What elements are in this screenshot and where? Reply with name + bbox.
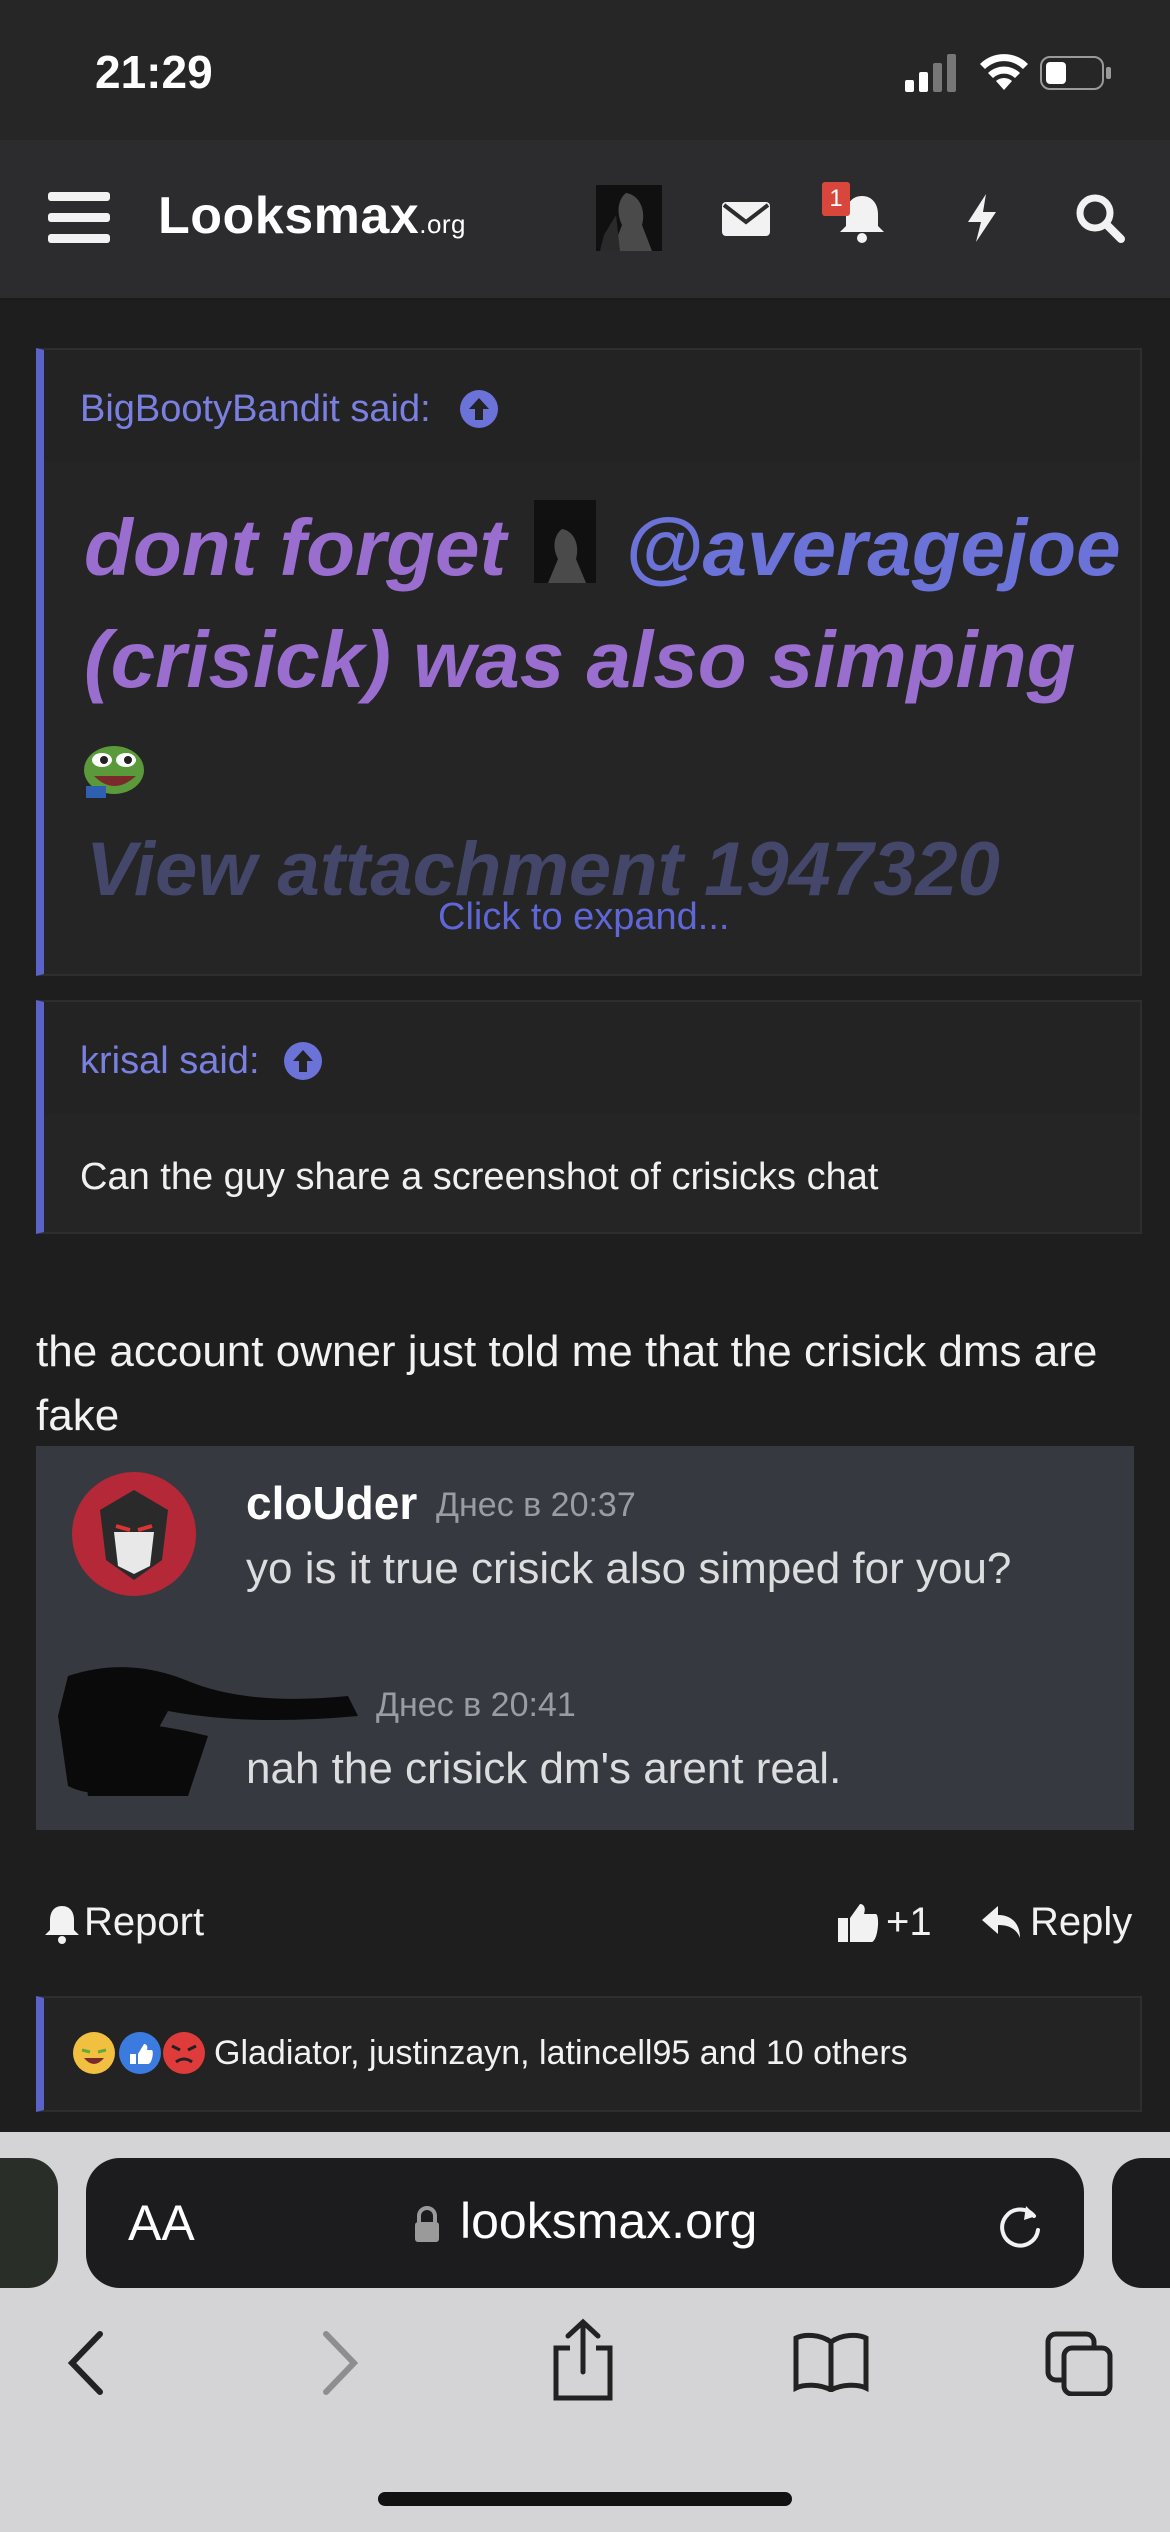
pepe-emoji-icon bbox=[84, 746, 144, 798]
report-button[interactable]: Report bbox=[84, 1900, 204, 1945]
status-time: 21:29 bbox=[95, 46, 213, 98]
quote-text: dont forget @averagejoe bbox=[84, 492, 1124, 604]
thumbs-up-icon[interactable] bbox=[836, 1900, 880, 1944]
bookmarks-icon[interactable] bbox=[792, 2332, 870, 2392]
quote-text-part1: dont forget bbox=[84, 503, 507, 592]
site-logo[interactable]: Looksmax.org bbox=[158, 186, 466, 246]
url-text[interactable]: looksmax.org bbox=[460, 2192, 757, 2250]
discord-username-1: cloUder bbox=[246, 1477, 418, 1529]
quote-author[interactable]: BigBootyBandit said: bbox=[80, 388, 431, 431]
mail-icon[interactable] bbox=[718, 190, 774, 246]
expand-quote-link[interactable]: Click to expand... bbox=[438, 896, 729, 939]
go-to-original-icon[interactable] bbox=[460, 390, 498, 428]
lock-icon bbox=[415, 2206, 439, 2242]
user-mention-link[interactable]: @averagejoe bbox=[625, 503, 1121, 592]
quote-text-line2: (crisick) was also simping bbox=[84, 615, 1076, 704]
search-icon[interactable] bbox=[1072, 190, 1128, 246]
reload-icon[interactable] bbox=[994, 2200, 1046, 2252]
tabs-icon[interactable] bbox=[1044, 2330, 1114, 2396]
discord-message-2: nah the crisick dm's arent real. bbox=[246, 1744, 842, 1793]
attachment-link[interactable]: View attachment 1947320 bbox=[86, 826, 1126, 906]
battery-icon bbox=[1040, 56, 1111, 90]
mention-avatar bbox=[534, 500, 597, 583]
next-tab-preview[interactable] bbox=[1112, 2158, 1170, 2288]
reply-button[interactable]: Reply bbox=[1030, 1900, 1132, 1945]
quote-author-2[interactable]: krisal said: bbox=[80, 1040, 260, 1083]
forward-icon[interactable] bbox=[318, 2330, 362, 2396]
like-button[interactable]: +1 bbox=[886, 1900, 932, 1945]
lightning-icon[interactable] bbox=[954, 190, 1010, 246]
discord-message-1: yo is it true crisick also simped for yo… bbox=[246, 1544, 1012, 1593]
cellular-signal-icon bbox=[905, 54, 956, 92]
reaction-emojis-icon bbox=[73, 2032, 205, 2074]
post-body-text: the account owner just told me that the … bbox=[36, 1327, 1098, 1440]
logo-suffix: .org bbox=[419, 209, 467, 239]
quote-text-2: Can the guy share a screenshot of crisic… bbox=[80, 1156, 879, 1198]
previous-tab-preview[interactable] bbox=[0, 2158, 58, 2288]
text-size-button[interactable]: AA bbox=[128, 2194, 195, 2252]
notification-badge: 1 bbox=[822, 182, 850, 216]
discord-avatar bbox=[72, 1472, 196, 1596]
bell-icon-report[interactable] bbox=[44, 1904, 80, 1944]
wifi-icon bbox=[980, 54, 1028, 90]
logo-main: Looksmax bbox=[158, 187, 420, 245]
share-icon[interactable] bbox=[550, 2318, 616, 2402]
back-icon[interactable] bbox=[64, 2330, 108, 2396]
home-indicator bbox=[378, 2492, 792, 2506]
go-to-original-icon-2[interactable] bbox=[284, 1042, 322, 1080]
reactions-summary[interactable]: Gladiator, justinzayn, latincell95 and 1… bbox=[214, 2034, 908, 2073]
discord-timestamp-1: Днес в 20:37 bbox=[436, 1486, 636, 1524]
menu-icon[interactable] bbox=[48, 192, 110, 244]
user-avatar[interactable] bbox=[596, 185, 662, 251]
reply-icon[interactable] bbox=[980, 1902, 1022, 1942]
discord-timestamp-2: Днес в 20:41 bbox=[376, 1686, 576, 1724]
